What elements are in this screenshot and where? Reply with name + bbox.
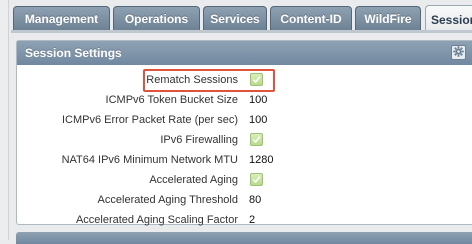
tab-wildfire[interactable]: WildFire bbox=[355, 6, 421, 31]
accelerated-aging-threshold-label: Accelerated Aging Threshold bbox=[97, 194, 238, 206]
icmpv6-token-bucket-size-label: ICMPv6 Token Bucket Size bbox=[105, 94, 238, 106]
row-icmpv6-token-bucket-size: ICMPv6 Token Bucket Size 100 bbox=[17, 91, 472, 111]
settings-button[interactable] bbox=[451, 45, 466, 60]
row-icmpv6-error-packet-rate: ICMPv6 Error Packet Rate (per sec) 100 bbox=[17, 111, 472, 131]
tab-session[interactable]: Session bbox=[425, 5, 472, 33]
rematch-sessions-highlight bbox=[143, 69, 275, 92]
panel-header: Session Settings bbox=[17, 41, 472, 65]
row-accelerated-aging-scaling-factor: Accelerated Aging Scaling Factor 2 bbox=[17, 211, 472, 231]
tab-services[interactable]: Services bbox=[203, 6, 267, 31]
row-ipv6-firewalling: IPv6 Firewalling bbox=[17, 131, 472, 151]
checkmark-icon bbox=[252, 171, 261, 189]
left-rail bbox=[0, 0, 9, 240]
gear-icon bbox=[453, 45, 464, 60]
panel-title: Session Settings bbox=[25, 46, 122, 60]
accelerated-aging-scaling-factor-label: Accelerated Aging Scaling Factor bbox=[75, 214, 238, 226]
accelerated-aging-threshold-value: 80 bbox=[249, 194, 262, 206]
next-panel-header bbox=[16, 232, 472, 244]
accelerated-aging-scaling-factor-value: 2 bbox=[249, 214, 256, 226]
tab-content-id[interactable]: Content-ID bbox=[270, 6, 352, 31]
nat64-ipv6-minimum-mtu-label: NAT64 IPv6 Minimum Network MTU bbox=[61, 154, 238, 166]
accelerated-aging-label: Accelerated Aging bbox=[149, 174, 238, 186]
row-accelerated-aging: Accelerated Aging bbox=[17, 171, 472, 191]
session-settings-panel: Session Settings Rematch Sessions ICMPv6… bbox=[16, 40, 472, 226]
icmpv6-error-packet-rate-value: 100 bbox=[249, 114, 268, 126]
accelerated-aging-checkbox[interactable] bbox=[250, 173, 263, 186]
checkmark-icon bbox=[252, 131, 261, 149]
row-accelerated-aging-threshold: Accelerated Aging Threshold 80 bbox=[17, 191, 472, 211]
nat64-ipv6-minimum-mtu-value: 1280 bbox=[249, 154, 274, 166]
icmpv6-token-bucket-size-value: 100 bbox=[249, 94, 268, 106]
ipv6-firewalling-label: IPv6 Firewalling bbox=[160, 134, 238, 146]
tab-underline bbox=[11, 30, 472, 33]
row-nat64-ipv6-minimum-mtu: NAT64 IPv6 Minimum Network MTU 1280 bbox=[17, 151, 472, 171]
ipv6-firewalling-checkbox[interactable] bbox=[250, 133, 263, 146]
tab-management[interactable]: Management bbox=[13, 6, 110, 31]
tab-operations[interactable]: Operations bbox=[113, 6, 200, 31]
icmpv6-error-packet-rate-label: ICMPv6 Error Packet Rate (per sec) bbox=[61, 114, 238, 126]
